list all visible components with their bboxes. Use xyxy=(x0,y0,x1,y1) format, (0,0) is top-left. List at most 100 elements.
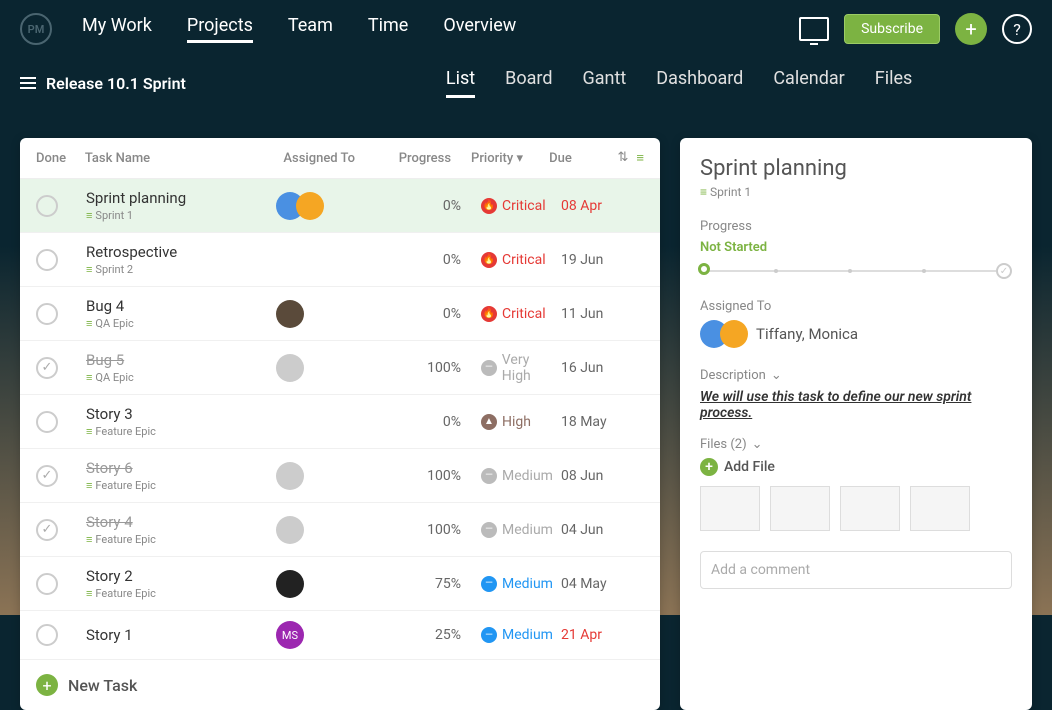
help-icon[interactable]: ? xyxy=(1002,14,1032,44)
table-row[interactable]: Bug 4 QA Epic 0% 🔥 Critical 11 Jun xyxy=(20,287,660,341)
priority-cell[interactable]: 🔥 Critical xyxy=(461,306,561,322)
assigned-cell[interactable] xyxy=(276,300,376,328)
table-row[interactable]: Story 4 Feature Epic 100% — Medium 04 Ju… xyxy=(20,503,660,557)
complete-check-icon[interactable]: ✓ xyxy=(996,263,1012,279)
done-checkbox[interactable] xyxy=(36,624,58,646)
assigned-cell[interactable] xyxy=(276,570,376,598)
due-cell: 08 Apr xyxy=(561,198,631,214)
nav-mywork[interactable]: My Work xyxy=(82,15,152,43)
assigned-cell[interactable] xyxy=(276,354,376,382)
priority-cell[interactable]: — Very High xyxy=(461,352,561,384)
priority-cell[interactable]: — Medium xyxy=(461,627,561,643)
priority-cell[interactable]: 🔥 Critical xyxy=(461,198,561,214)
files-toggle[interactable]: Files (2) ⌄ xyxy=(700,437,1012,452)
assigned-cell[interactable] xyxy=(276,516,376,544)
nav-time[interactable]: Time xyxy=(368,15,408,43)
task-tag[interactable]: QA Epic xyxy=(86,371,276,384)
nav-overview[interactable]: Overview xyxy=(443,15,516,43)
priority-cell[interactable]: — Medium xyxy=(461,522,561,538)
nav-team[interactable]: Team xyxy=(288,15,333,43)
assigned-cell[interactable] xyxy=(276,192,376,220)
done-checkbox[interactable] xyxy=(36,357,58,379)
assigned-row[interactable]: Tiffany, Monica xyxy=(700,320,1012,348)
presentation-icon[interactable] xyxy=(799,17,829,41)
menu-icon[interactable] xyxy=(20,77,36,89)
description-text[interactable]: We will use this task to define our new … xyxy=(700,389,1012,421)
col-done: Done xyxy=(36,151,85,166)
tab-calendar[interactable]: Calendar xyxy=(773,68,844,98)
done-checkbox[interactable] xyxy=(36,465,58,487)
due-cell: 21 Apr xyxy=(561,627,631,643)
description-toggle[interactable]: Description ⌄ xyxy=(700,368,1012,383)
tab-gantt[interactable]: Gantt xyxy=(583,68,627,98)
progress-cell: 0% xyxy=(376,252,461,268)
table-row[interactable]: Story 3 Feature Epic 0% ▲ High 18 May xyxy=(20,395,660,449)
priority-label: Medium xyxy=(502,576,553,592)
task-tag[interactable]: Feature Epic xyxy=(86,425,276,438)
avatar xyxy=(276,516,304,544)
task-name: Story 4 xyxy=(86,513,276,531)
avatar xyxy=(276,300,304,328)
done-checkbox[interactable] xyxy=(36,411,58,433)
file-thumbnail[interactable] xyxy=(910,486,970,531)
done-checkbox[interactable] xyxy=(36,519,58,541)
topbar-right: Subscribe + ? xyxy=(799,13,1032,45)
priority-cell[interactable]: ▲ High xyxy=(461,414,561,430)
done-checkbox[interactable] xyxy=(36,303,58,325)
tab-dashboard[interactable]: Dashboard xyxy=(656,68,743,98)
due-cell: 18 May xyxy=(561,414,631,430)
progress-cell: 0% xyxy=(376,306,461,322)
task-name: Story 3 xyxy=(86,405,276,423)
table-row[interactable]: Story 2 Feature Epic 75% — Medium 04 May xyxy=(20,557,660,611)
plus-icon: + xyxy=(36,674,58,696)
main-nav: My Work Projects Team Time Overview xyxy=(82,15,799,43)
table-row[interactable]: Retrospective Sprint 2 0% 🔥 Critical 19 … xyxy=(20,233,660,287)
add-file-button[interactable]: + Add File xyxy=(700,458,1012,476)
file-thumbnail[interactable] xyxy=(840,486,900,531)
plus-icon: + xyxy=(700,458,718,476)
add-button[interactable]: + xyxy=(955,13,987,45)
task-list-header: Done Task Name Assigned To Progress Prio… xyxy=(20,138,660,179)
task-tag[interactable]: Feature Epic xyxy=(86,587,276,600)
tab-list[interactable]: List xyxy=(446,68,475,98)
file-thumbnail[interactable] xyxy=(770,486,830,531)
task-name: Story 1 xyxy=(86,626,276,644)
file-thumbnail[interactable] xyxy=(700,486,760,531)
app-logo[interactable]: PM xyxy=(20,13,52,45)
avatar xyxy=(296,192,324,220)
task-tag[interactable]: Sprint 1 xyxy=(86,209,276,222)
done-checkbox[interactable] xyxy=(36,249,58,271)
table-row[interactable]: Story 6 Feature Epic 100% — Medium 08 Ju… xyxy=(20,449,660,503)
new-task-row[interactable]: + New Task xyxy=(20,660,660,710)
table-row[interactable]: Sprint planning Sprint 1 0% 🔥 Critical 0… xyxy=(20,179,660,233)
tab-board[interactable]: Board xyxy=(505,68,552,98)
done-checkbox[interactable] xyxy=(36,195,58,217)
avatar: MS xyxy=(276,621,304,649)
priority-cell[interactable]: — Medium xyxy=(461,576,561,592)
sprint-title[interactable]: Release 10.1 Sprint xyxy=(20,74,186,93)
nav-projects[interactable]: Projects xyxy=(187,15,253,43)
task-tag[interactable]: QA Epic xyxy=(86,317,276,330)
assigned-cell[interactable]: MS xyxy=(276,621,376,649)
subscribe-button[interactable]: Subscribe xyxy=(844,14,940,44)
tab-files[interactable]: Files xyxy=(875,68,913,98)
priority-cell[interactable]: 🔥 Critical xyxy=(461,252,561,268)
progress-cell: 0% xyxy=(376,198,461,214)
filter-icon[interactable]: ≡ xyxy=(636,150,644,166)
done-checkbox[interactable] xyxy=(36,573,58,595)
table-row[interactable]: Story 1 MS 25% — Medium 21 Apr xyxy=(20,611,660,660)
table-row[interactable]: Bug 5 QA Epic 100% — Very High 16 Jun xyxy=(20,341,660,395)
comment-input[interactable]: Add a comment xyxy=(700,551,1012,589)
progress-slider[interactable]: ✓ xyxy=(700,263,1012,279)
task-tag[interactable]: Feature Epic xyxy=(86,533,276,546)
priority-cell[interactable]: — Medium xyxy=(461,468,561,484)
col-priority[interactable]: Priority ▾ xyxy=(451,151,549,166)
priority-label: Medium xyxy=(502,468,553,484)
progress-handle-icon[interactable] xyxy=(698,263,710,275)
detail-sprint-tag[interactable]: Sprint 1 xyxy=(700,185,1012,199)
task-tag[interactable]: Feature Epic xyxy=(86,479,276,492)
assigned-cell[interactable] xyxy=(276,462,376,490)
task-tag[interactable]: Sprint 2 xyxy=(86,263,276,276)
assigned-label: Assigned To xyxy=(700,299,1012,314)
sort-icon[interactable]: ⇅ xyxy=(618,150,629,166)
